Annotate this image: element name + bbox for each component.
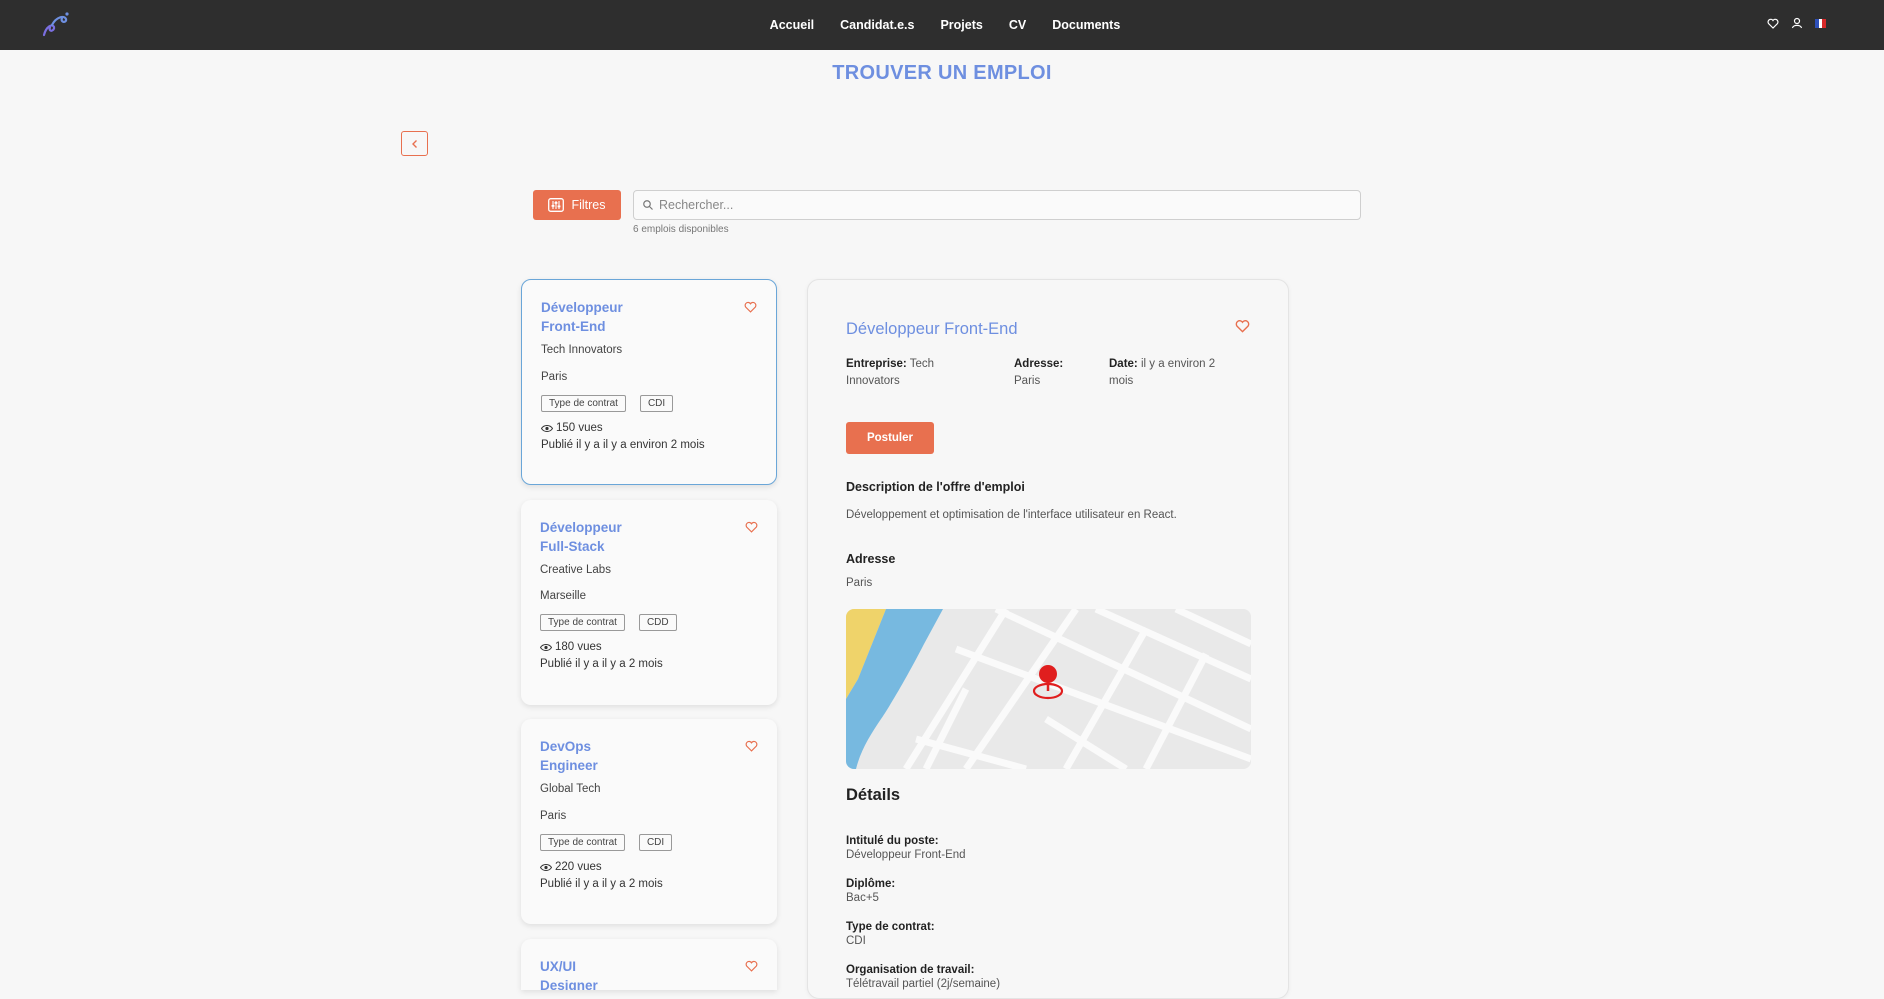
field-value: Télétravail partiel (2j/semaine) bbox=[846, 978, 1001, 990]
apply-button[interactable]: Postuler bbox=[846, 422, 934, 454]
user-icon[interactable] bbox=[1791, 17, 1803, 29]
address-value: Paris bbox=[1014, 375, 1041, 387]
job-views-text: 180 vues bbox=[555, 641, 602, 653]
job-city: Paris bbox=[541, 371, 568, 383]
job-title: UX/UI Designer bbox=[540, 959, 598, 990]
heart-icon[interactable] bbox=[745, 739, 758, 757]
job-views-text: 220 vues bbox=[555, 861, 602, 873]
nav-documents[interactable]: Documents bbox=[1052, 18, 1120, 32]
job-title: DevOps Engineer bbox=[540, 739, 598, 773]
details-heading: Détails bbox=[846, 786, 901, 804]
detail-field: Intitulé du poste: Développeur Front-End bbox=[846, 835, 966, 861]
eye-icon bbox=[540, 863, 552, 871]
job-tags: Type de contrat CDD bbox=[540, 614, 758, 631]
detail-field: Organisation de travail: Télétravail par… bbox=[846, 964, 1000, 990]
contract-tag: CDI bbox=[639, 395, 674, 412]
search-icon bbox=[643, 200, 653, 210]
job-title: Développeur Front-End bbox=[541, 300, 623, 334]
detail-field: Diplôme: Bac+5 bbox=[846, 878, 895, 904]
detail-field: Type de contrat: CDI bbox=[846, 921, 935, 947]
contract-type-tag: Type de contrat bbox=[540, 834, 625, 851]
job-views: 180 vues bbox=[540, 641, 758, 653]
job-card[interactable]: UX/UI Designer bbox=[521, 939, 777, 990]
nav-actions bbox=[1767, 17, 1827, 29]
job-published: Publié il y a il y a 2 mois bbox=[540, 878, 663, 890]
detail-address: Adresse: Paris bbox=[1014, 356, 1094, 390]
language-flag-icon[interactable] bbox=[1815, 18, 1827, 28]
sliders-icon bbox=[548, 198, 565, 212]
field-label: Intitulé du poste: bbox=[846, 835, 939, 847]
date-label: Date: bbox=[1109, 358, 1138, 370]
nav-accueil[interactable]: Accueil bbox=[770, 18, 814, 32]
nav-projets[interactable]: Projets bbox=[940, 18, 982, 32]
search-input[interactable] bbox=[659, 198, 1339, 212]
filters-label: Filtres bbox=[571, 198, 606, 212]
heart-icon[interactable] bbox=[745, 520, 758, 538]
job-city: Marseille bbox=[540, 590, 587, 602]
chevron-left-icon bbox=[411, 139, 417, 148]
job-views-text: 150 vues bbox=[556, 422, 603, 434]
job-card[interactable]: Développeur Front-End Tech Innovators Pa… bbox=[521, 279, 777, 485]
job-tags: Type de contrat CDI bbox=[540, 834, 758, 851]
page-title: TROUVER UN EMPLOI bbox=[832, 62, 1052, 84]
detail-title: Développeur Front-End bbox=[846, 320, 1018, 338]
job-detail-panel: Développeur Front-End Entreprise: Tech I… bbox=[807, 279, 1289, 999]
job-company: Global Tech bbox=[540, 783, 601, 795]
search-box bbox=[633, 190, 1361, 220]
job-published: Publié il y a il y a environ 2 mois bbox=[541, 439, 705, 451]
description-text: Développement et optimisation de l'inter… bbox=[846, 509, 1177, 521]
field-value: Bac+5 bbox=[846, 892, 879, 904]
field-value: Développeur Front-End bbox=[846, 849, 966, 861]
job-card[interactable]: Développeur Full-Stack Creative Labs Mar… bbox=[521, 500, 777, 705]
location-map[interactable] bbox=[846, 609, 1251, 769]
job-title: Développeur Full-Stack bbox=[540, 520, 622, 554]
address-text: Paris bbox=[846, 577, 873, 589]
detail-date: Date: il y a environ 2 mois bbox=[1109, 356, 1239, 390]
top-navbar: Accueil Candidat.e.s Projets CV Document… bbox=[0, 0, 1884, 50]
field-value: CDI bbox=[846, 935, 866, 947]
field-label: Diplôme: bbox=[846, 878, 896, 890]
job-company: Tech Innovators bbox=[541, 344, 623, 356]
nav-candidats[interactable]: Candidat.e.s bbox=[840, 18, 914, 32]
main-nav: Accueil Candidat.e.s Projets CV Document… bbox=[0, 0, 1884, 50]
contract-type-tag: Type de contrat bbox=[541, 395, 626, 412]
eye-icon bbox=[540, 643, 552, 651]
jobs-count: 6 emplois disponibles bbox=[633, 224, 729, 235]
field-label: Type de contrat: bbox=[846, 921, 935, 933]
favorites-icon[interactable] bbox=[1767, 18, 1779, 29]
filters-button[interactable]: Filtres bbox=[533, 190, 621, 220]
contract-tag: CDI bbox=[638, 834, 673, 851]
job-views: 150 vues bbox=[541, 422, 757, 434]
detail-company: Entreprise: Tech Innovators bbox=[846, 356, 956, 390]
eye-icon bbox=[541, 424, 553, 432]
company-label: Entreprise: bbox=[846, 358, 907, 370]
address-label: Adresse: bbox=[1014, 358, 1064, 370]
job-city: Paris bbox=[540, 810, 567, 822]
contract-tag: CDD bbox=[638, 614, 677, 631]
description-heading: Description de l'offre d'emploi bbox=[846, 480, 1025, 494]
back-button[interactable] bbox=[401, 131, 428, 156]
job-company: Creative Labs bbox=[540, 564, 611, 576]
job-tags: Type de contrat CDI bbox=[541, 395, 757, 412]
contract-type-tag: Type de contrat bbox=[540, 614, 625, 631]
address-heading: Adresse bbox=[846, 552, 896, 566]
job-views: 220 vues bbox=[540, 861, 758, 873]
job-published: Publié il y a il y a 2 mois bbox=[540, 658, 663, 670]
job-card[interactable]: DevOps Engineer Global Tech Paris Type d… bbox=[521, 719, 777, 924]
heart-icon[interactable] bbox=[744, 300, 757, 318]
nav-cv[interactable]: CV bbox=[1009, 18, 1026, 32]
heart-icon[interactable] bbox=[1235, 319, 1250, 338]
field-label: Organisation de travail: bbox=[846, 964, 975, 976]
heart-icon[interactable] bbox=[745, 959, 758, 977]
